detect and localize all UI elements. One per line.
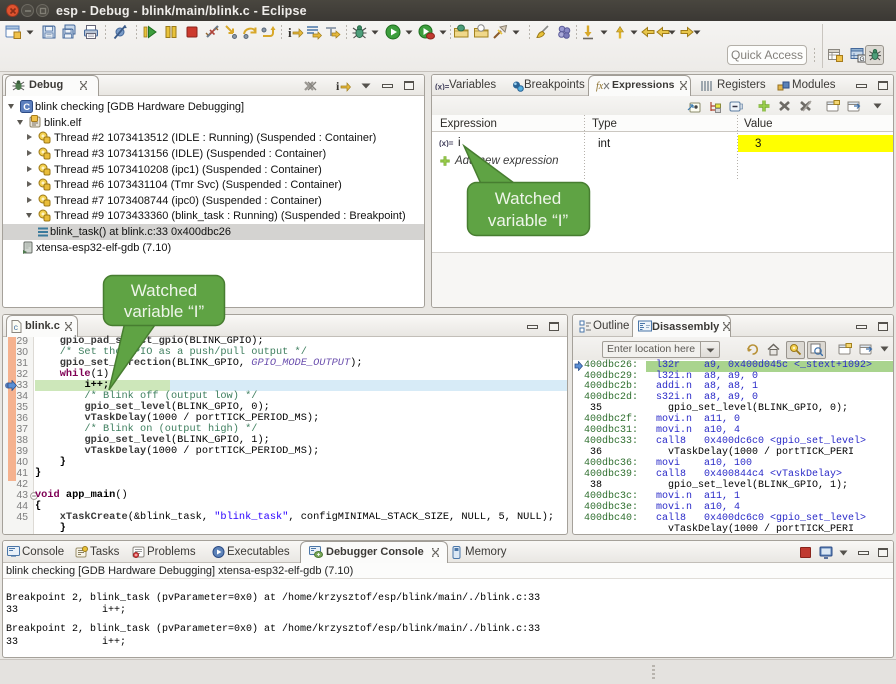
svg-text:G: G [860, 56, 865, 63]
svg-text:i: i [288, 25, 292, 40]
svg-text:c: c [14, 324, 19, 333]
svg-text:fx: fx [596, 81, 604, 92]
svg-text:(x)=: (x)= [439, 139, 454, 147]
svg-text:(x)=: (x)= [435, 83, 449, 90]
svg-text:i: i [336, 79, 340, 92]
svg-text:Watched: Watched [495, 189, 561, 208]
svg-text:Watched: Watched [131, 281, 197, 300]
svg-text:variable “I”: variable “I” [124, 302, 205, 321]
svg-text:C: C [23, 102, 30, 113]
svg-text:variable “I”: variable “I” [488, 211, 569, 230]
